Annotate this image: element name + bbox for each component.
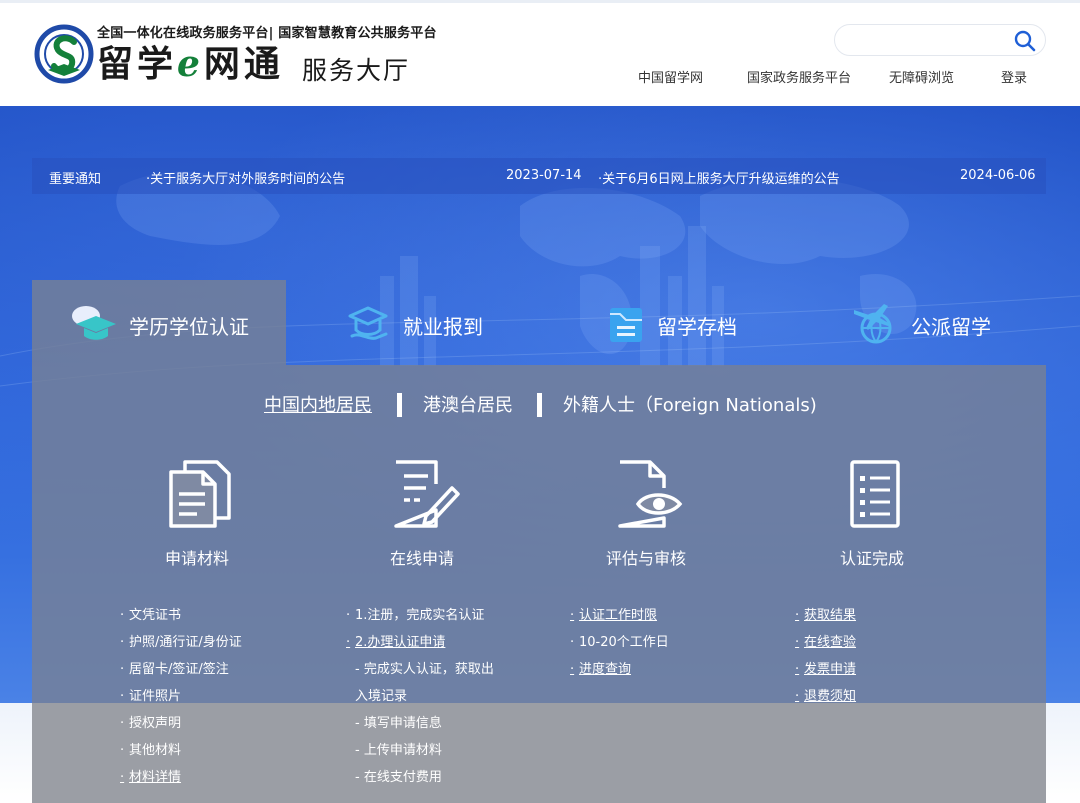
materials-detail-link[interactable]: · 材料详情 [120, 768, 242, 795]
platform-caption: 全国一体化在线政务服务平台| 国家智慧教育公共服务平台 [97, 26, 437, 41]
list-item: · 居留卡/签证/签注 [120, 662, 229, 677]
tab-label: 学历学位认证 [129, 315, 249, 339]
list-item: · 文凭证书 [120, 608, 182, 623]
list-item: · 证件照片 [120, 689, 182, 704]
list-item: · 10-20个工作日 [570, 635, 669, 650]
progress-query-link[interactable]: · 进度查询 [570, 660, 669, 687]
list-item: 入境记录 [355, 689, 408, 704]
list-item: - 完成实人认证，获取出 [355, 662, 494, 677]
step-title-apply-online: 在线申请 [390, 549, 455, 568]
list-item: · 1.注册，完成实名认证 [346, 608, 485, 623]
list-item: · 其他材料 [120, 743, 182, 758]
nav-link-gov-platform[interactable]: 国家政务服务平台 [747, 67, 851, 86]
list-item: - 在线支付费用 [355, 770, 442, 785]
tab-government-funded-study[interactable]: 公派留学 [840, 280, 1040, 365]
top-nav: 中国留学网 国家政务服务平台 无障碍浏览 登录 [0, 67, 1080, 87]
notice-item[interactable]: ·关于6月6日网上服务大厅升级运维的公告 [598, 168, 840, 187]
sub-tab-hk-macao-taiwan[interactable]: 港澳台居民 [423, 391, 513, 417]
apply-certification-link[interactable]: · 2.办理认证申请 [346, 633, 494, 660]
edit-form-icon [394, 460, 460, 528]
documents-icon [169, 460, 231, 528]
sub-tab-mainland[interactable]: 中国内地居民 [264, 391, 372, 417]
notice-date: 2024-06-06 [960, 168, 1036, 183]
tab-label: 公派留学 [911, 315, 991, 339]
time-limit-link[interactable]: · 认证工作时限 [570, 606, 669, 633]
tab-study-archive[interactable]: 留学存档 [590, 280, 790, 365]
nav-link-accessibility[interactable]: 无障碍浏览 [889, 67, 954, 86]
checklist-icon [850, 460, 900, 528]
invoice-request-link[interactable]: · 发票申请 [795, 660, 856, 687]
list-item: - 上传申请材料 [355, 743, 442, 758]
tab-label: 就业报到 [403, 315, 483, 339]
notice-date: 2023-07-14 [506, 168, 582, 183]
step-title-evaluation: 评估与审核 [606, 549, 687, 568]
notice-bar: 重要通知 ·关于服务大厅对外服务时间的公告 2023-07-14 ·关于6月6日… [32, 158, 1046, 194]
tab-employment-report[interactable]: 就业报到 [330, 280, 530, 365]
list-item: · 护照/通行证/身份证 [120, 635, 242, 650]
review-eye-icon [618, 460, 683, 528]
get-result-link[interactable]: · 获取结果 [795, 606, 856, 633]
step-title-materials: 申请材料 [165, 549, 230, 568]
evaluation-link-list: · 认证工作时限 · 10-20个工作日 · 进度查询 [570, 606, 669, 687]
list-item: · 授权声明 [120, 716, 182, 731]
online-verify-link[interactable]: · 在线查验 [795, 633, 856, 660]
sub-tab-foreign[interactable]: 外籍人士（Foreign Nationals) [563, 391, 817, 417]
archive-folder-icon [610, 308, 642, 342]
nav-link-login[interactable]: 登录 [1001, 67, 1027, 86]
completion-link-list: · 获取结果 · 在线查验 · 发票申请 · 退费须知 [795, 606, 856, 714]
site-header: 全国一体化在线政务服务平台| 国家智慧教育公共服务平台 留学e网通 服务大厅 中… [0, 0, 1080, 106]
graduation-cap-icon [72, 306, 116, 340]
search-box [834, 24, 1046, 56]
materials-link-list: · 文凭证书 · 护照/通行证/身份证 · 居留卡/签证/签注 · 证件照片 · 授权声明… [120, 606, 242, 795]
notice-title: 重要通知 [49, 172, 102, 187]
tab-label: 留学存档 [657, 315, 737, 339]
step-title-completion: 认证完成 [840, 549, 905, 568]
search-input[interactable] [847, 30, 1007, 52]
airplane-globe-icon [854, 304, 892, 344]
refund-notice-link[interactable]: · 退费须知 [795, 687, 856, 714]
sub-tab-separator [537, 393, 542, 417]
cap-hand-icon [348, 306, 388, 340]
apply-online-link-list: · 1.注册，完成实名认证 · 2.办理认证申请 - 完成实人认证，获取出 入境记录… [346, 606, 494, 795]
resident-type-tabs: 中国内地居民 港澳台居民 外籍人士（Foreign Nationals) [0, 391, 1080, 417]
notice-item[interactable]: ·关于服务大厅对外服务时间的公告 [146, 168, 345, 187]
tab-degree-verification[interactable]: 学历学位认证 [32, 280, 286, 365]
search-icon[interactable] [1013, 29, 1037, 53]
list-item: - 填写申请信息 [355, 716, 442, 731]
sub-tab-separator [397, 393, 402, 417]
nav-link-cscse[interactable]: 中国留学网 [638, 67, 703, 86]
